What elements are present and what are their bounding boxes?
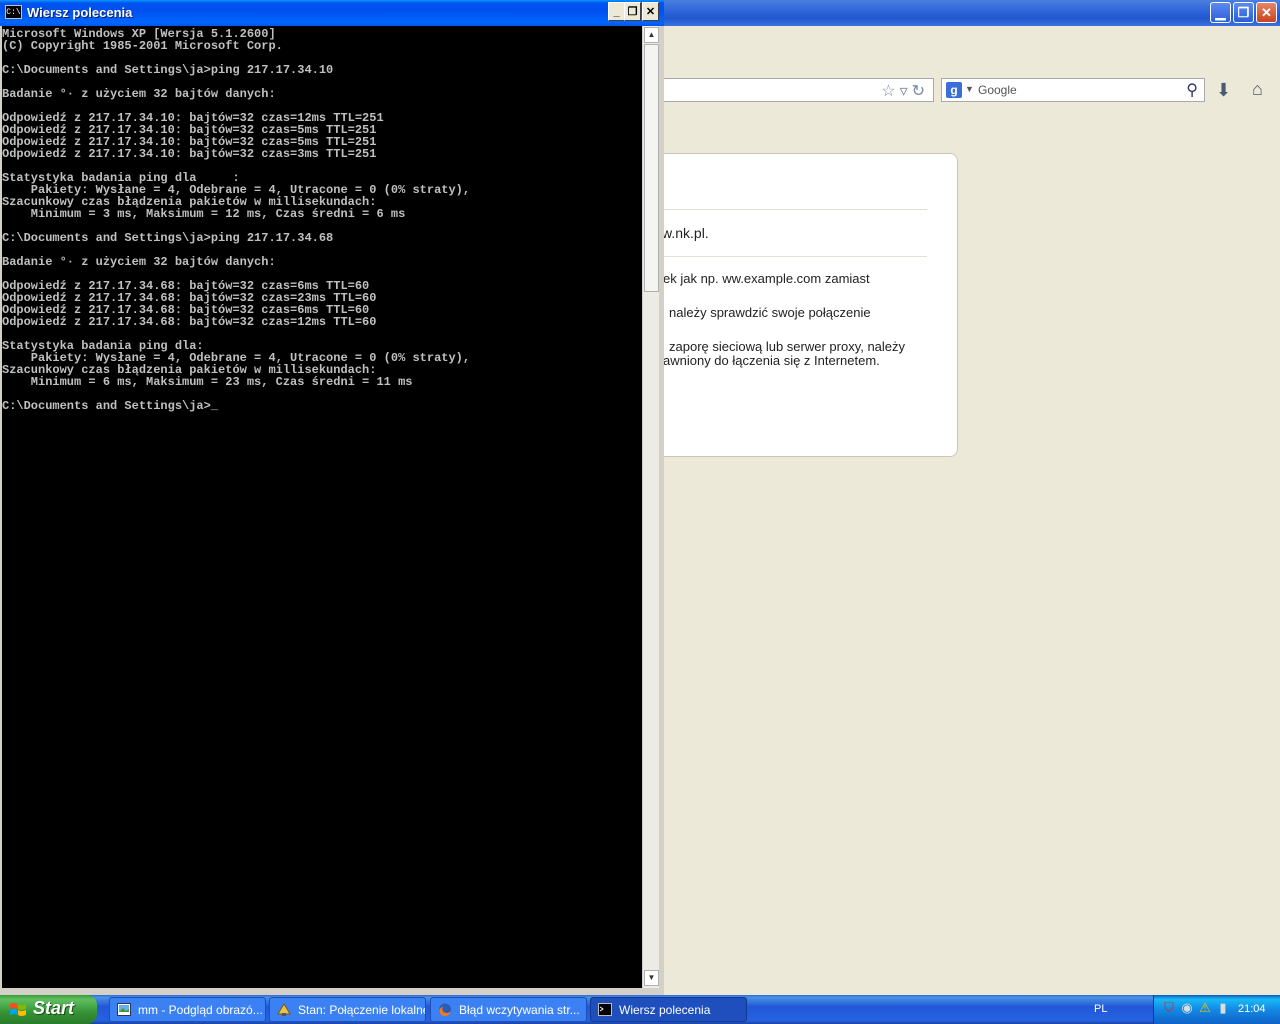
taskbar-button-label: Wiersz polecenia	[619, 1003, 711, 1017]
cmd-titlebar[interactable]: C:\ Wiersz polecenia _ ❐ ✕	[0, 0, 664, 26]
close-button[interactable]: ✕	[642, 2, 659, 21]
home-icon[interactable]: ⌂	[1252, 79, 1263, 100]
restore-button[interactable]: ❐	[1233, 2, 1254, 23]
taskbar-button-label: mm - Podgląd obrazó...	[138, 1003, 263, 1017]
error-text: awniony do łączenia się z Internetem.	[663, 353, 880, 368]
taskbar-button-label: Błąd wczytywania str...	[459, 1003, 580, 1017]
error-page-box: w.nk.pl. ek jak np. ww.example.com zamia…	[620, 153, 958, 457]
download-icon[interactable]: ⬇	[1216, 80, 1231, 101]
window-border	[0, 988, 664, 995]
restore-button[interactable]: ❐	[624, 2, 641, 21]
warning-icon[interactable]: ⚠	[1198, 1001, 1212, 1015]
close-button[interactable]: ✕	[1256, 2, 1277, 23]
scroll-up-arrow-icon[interactable]: ▲	[644, 27, 659, 43]
cmd-icon	[598, 1003, 612, 1016]
divider	[661, 256, 927, 257]
error-text: w.nk.pl.	[662, 225, 709, 241]
taskbar-button-label: Stan: Połączenie lokalne	[298, 1003, 426, 1017]
error-text: zaporę sieciową lub serwer proxy, należy	[669, 339, 906, 354]
taskbar-button-image-viewer[interactable]: mm - Podgląd obrazó...	[109, 997, 266, 1022]
error-text: ek jak np. ww.example.com zamiast	[663, 271, 870, 286]
console-output[interactable]: Microsoft Windows XP [Wersja 5.1.2600] (…	[2, 28, 470, 412]
cmd-window: C:\ Wiersz polecenia _ ❐ ✕ Microsoft Win…	[0, 0, 664, 995]
firefox-icon	[438, 1003, 452, 1016]
image-viewer-icon	[117, 1003, 131, 1016]
windows-logo-icon	[10, 1003, 26, 1016]
search-input[interactable]: Google	[978, 83, 1017, 97]
bookmark-star-icon[interactable]: ☆▿↻	[881, 81, 929, 101]
taskbar-button-cmd[interactable]: Wiersz polecenia	[590, 997, 747, 1022]
language-indicator[interactable]: PL	[1094, 1003, 1107, 1015]
network-connection-icon	[277, 1003, 291, 1016]
security-shield-icon[interactable]: ⛉	[1162, 1001, 1176, 1015]
antivirus-icon[interactable]: ◉	[1180, 1001, 1194, 1015]
search-box[interactable]: g ▼ Google ⚲	[941, 78, 1205, 102]
scrollbar-thumb[interactable]	[644, 44, 659, 292]
taskbar-button-firefox[interactable]: Błąd wczytywania str...	[430, 997, 587, 1022]
url-bar[interactable]: ☆▿↻	[664, 78, 934, 102]
search-icon[interactable]: ⚲	[1186, 80, 1198, 100]
taskbar: Start mm - Podgląd obrazó... Stan: Połąc…	[0, 995, 1280, 1024]
scroll-down-arrow-icon[interactable]: ▼	[644, 970, 659, 986]
chevron-down-icon[interactable]: ▼	[965, 84, 974, 94]
volume-icon[interactable]: ▮	[1216, 1001, 1230, 1015]
taskbar-button-connection-status[interactable]: Stan: Połączenie lokalne	[269, 997, 426, 1022]
minimize-button[interactable]: ▁	[1210, 2, 1231, 23]
window-border	[659, 26, 664, 995]
clock: 21:04	[1238, 1003, 1266, 1015]
divider	[661, 209, 927, 210]
start-button[interactable]: Start	[0, 995, 97, 1024]
cmd-app-icon[interactable]: C:\	[5, 5, 22, 19]
start-label: Start	[33, 998, 75, 1018]
google-icon[interactable]: g	[946, 82, 962, 98]
error-text: należy sprawdzić swoje połączenie	[669, 305, 871, 320]
minimize-button[interactable]: _	[608, 2, 625, 21]
vertical-scrollbar[interactable]: ▲ ▼	[642, 26, 659, 988]
window-title: Wiersz polecenia	[27, 5, 133, 20]
